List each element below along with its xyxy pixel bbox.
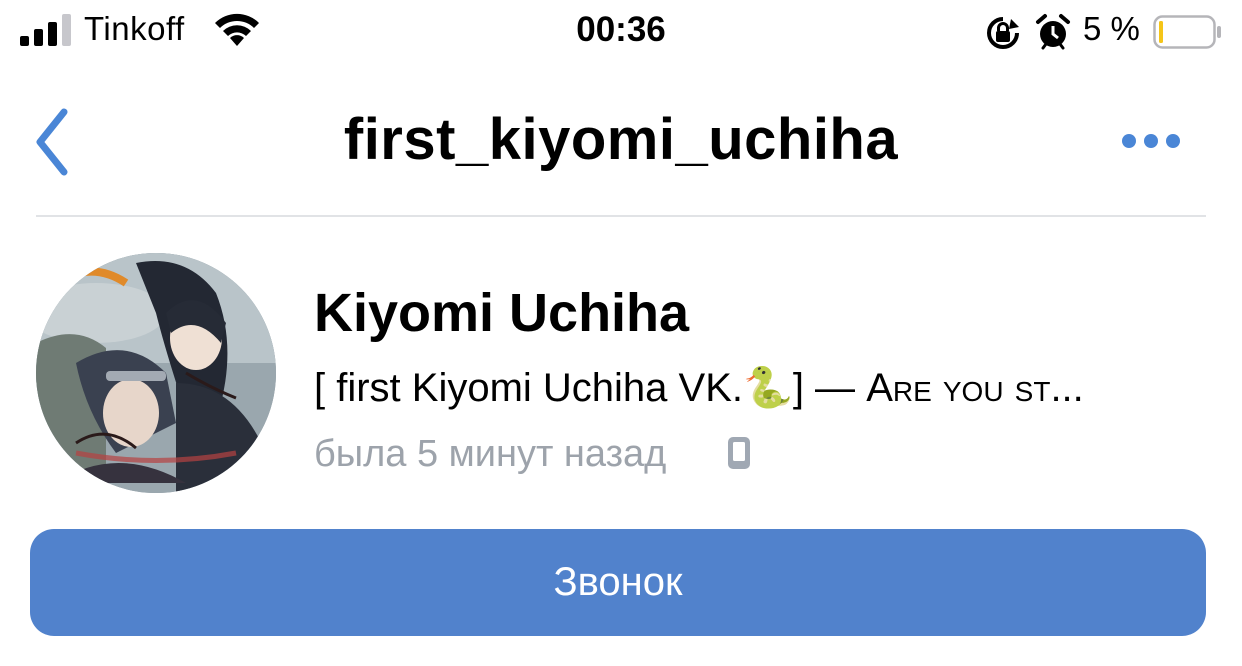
navigation-bar: first_kiyomi_uchiha: [0, 66, 1242, 216]
more-options-icon[interactable]: [1115, 121, 1191, 161]
status-text-bracket: ] —: [792, 366, 856, 410]
profile-status: [ first Kiyomi Uchiha VK.🐍] — Are you st…: [314, 364, 1204, 411]
status-text: [ first Kiyomi Uchiha VK.: [314, 366, 744, 410]
battery-percent: 5 %: [1083, 10, 1140, 47]
avatar[interactable]: [36, 253, 276, 493]
rotation-lock-icon: [987, 17, 1019, 49]
alarm-icon: [1036, 14, 1070, 50]
last-seen-text: была 5 минут назад: [314, 433, 667, 475]
battery-icon: [1153, 15, 1221, 49]
avatar-image: [36, 253, 276, 493]
header-divider: [36, 215, 1206, 217]
mobile-phone-icon: [728, 437, 750, 469]
status-bar: Tinkoff 00:36 5 %: [0, 0, 1242, 66]
call-button[interactable]: Звонок: [30, 529, 1206, 636]
page-title: first_kiyomi_uchiha: [343, 107, 899, 172]
status-text-caps: Are you st...: [866, 366, 1084, 410]
snake-emoji: 🐍: [743, 366, 793, 410]
profile-name: Kiyomi Uchiha: [314, 283, 690, 343]
